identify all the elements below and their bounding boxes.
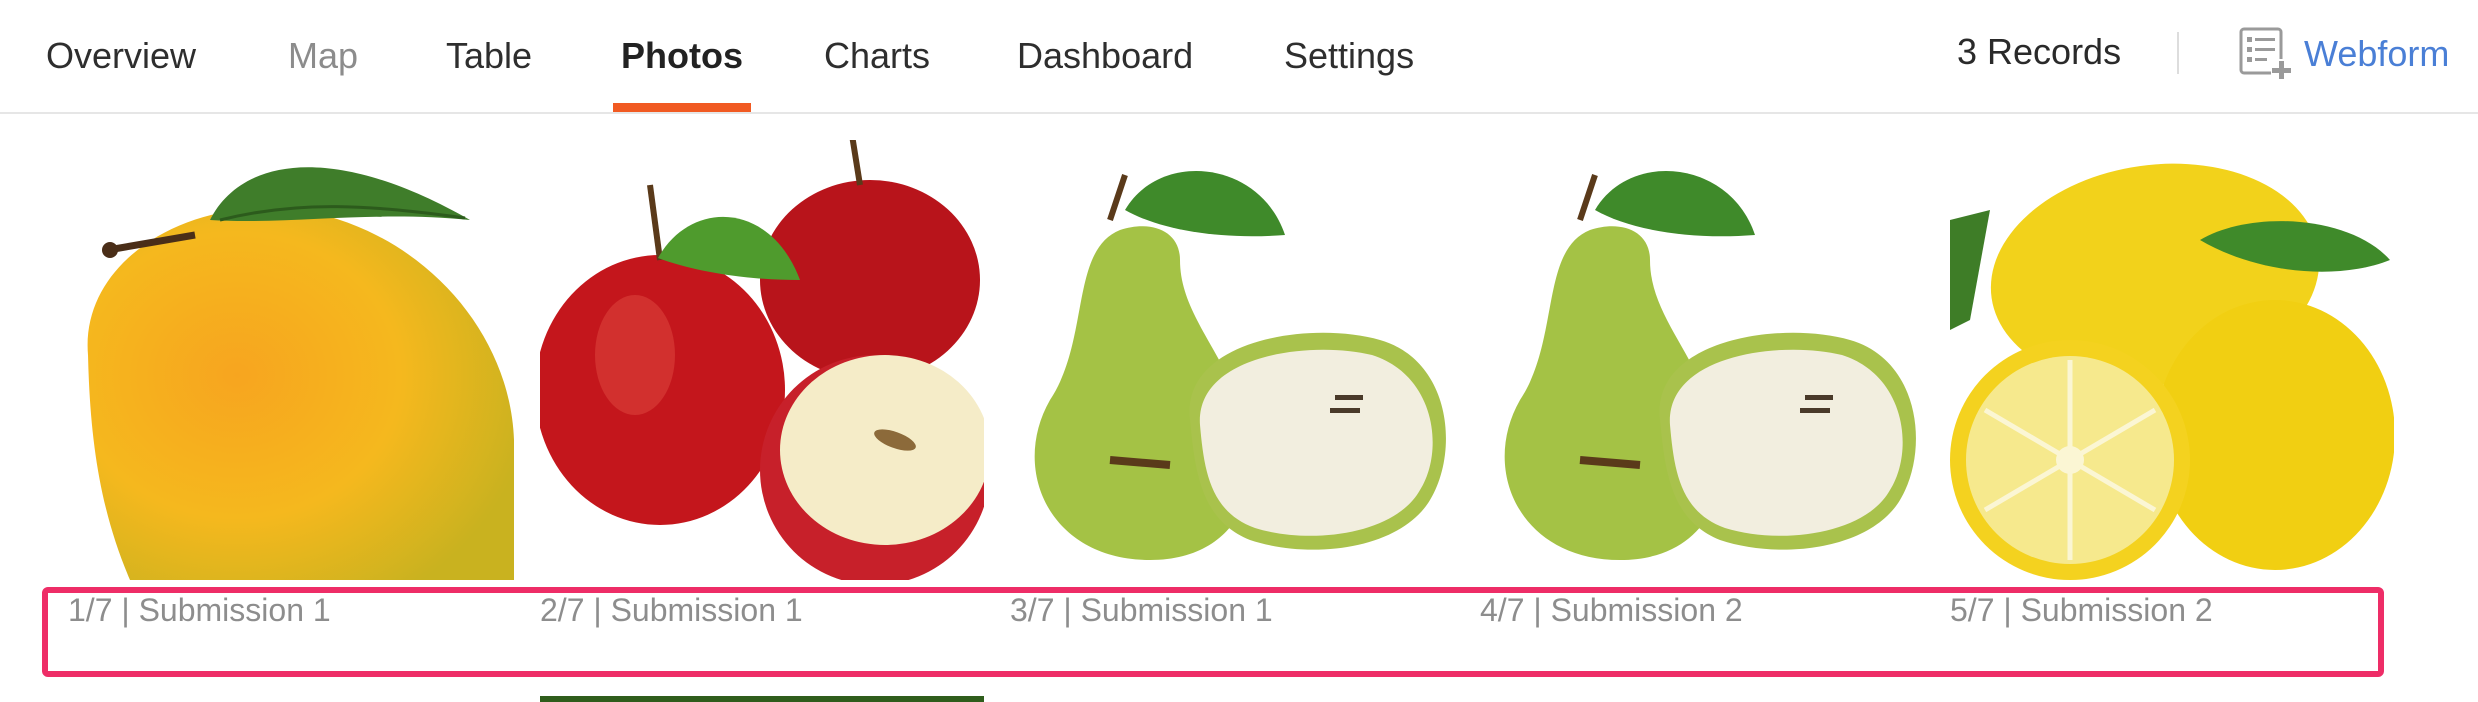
records-count: 3 Records <box>1957 31 2122 72</box>
lemons-image <box>1950 140 2394 580</box>
tab-dashboard[interactable]: Dashboard <box>1017 0 1193 112</box>
pears-image <box>1010 140 1454 580</box>
photo-thumbnail-next-row[interactable] <box>540 696 984 702</box>
pears-image <box>1480 140 1924 580</box>
photo-caption-1: 1/7 | Submission 1 <box>68 592 331 628</box>
divider <box>2177 32 2179 74</box>
photo-thumbnail-2[interactable] <box>540 140 984 580</box>
tab-charts[interactable]: Charts <box>824 0 930 112</box>
tab-photos[interactable]: Photos <box>613 0 751 112</box>
photo-caption-4: 4/7 | Submission 2 <box>1480 592 1743 628</box>
photo-caption-2: 2/7 | Submission 1 <box>540 592 803 628</box>
photo-thumbnail-4[interactable] <box>1480 140 1924 580</box>
photo-thumbnail-5[interactable] <box>1950 140 2394 580</box>
photo-caption-3: 3/7 | Submission 1 <box>1010 592 1273 628</box>
tab-overview[interactable]: Overview <box>46 0 196 112</box>
tab-map[interactable]: Map <box>288 0 358 112</box>
webform-label: Webform <box>2304 33 2450 74</box>
photo-thumbnail-3[interactable] <box>1010 140 1454 580</box>
tab-settings[interactable]: Settings <box>1284 0 1414 112</box>
photo-caption-5: 5/7 | Submission 2 <box>1950 592 2213 628</box>
apples-image <box>540 140 984 580</box>
webform-button[interactable]: Webform <box>2238 26 2449 82</box>
webform-add-icon <box>2238 26 2294 82</box>
photo-thumbnail-1[interactable] <box>70 140 514 580</box>
top-nav: Overview Map Table Photos Charts Dashboa… <box>0 0 2478 114</box>
tab-table[interactable]: Table <box>446 0 532 112</box>
mango-image <box>70 140 514 580</box>
